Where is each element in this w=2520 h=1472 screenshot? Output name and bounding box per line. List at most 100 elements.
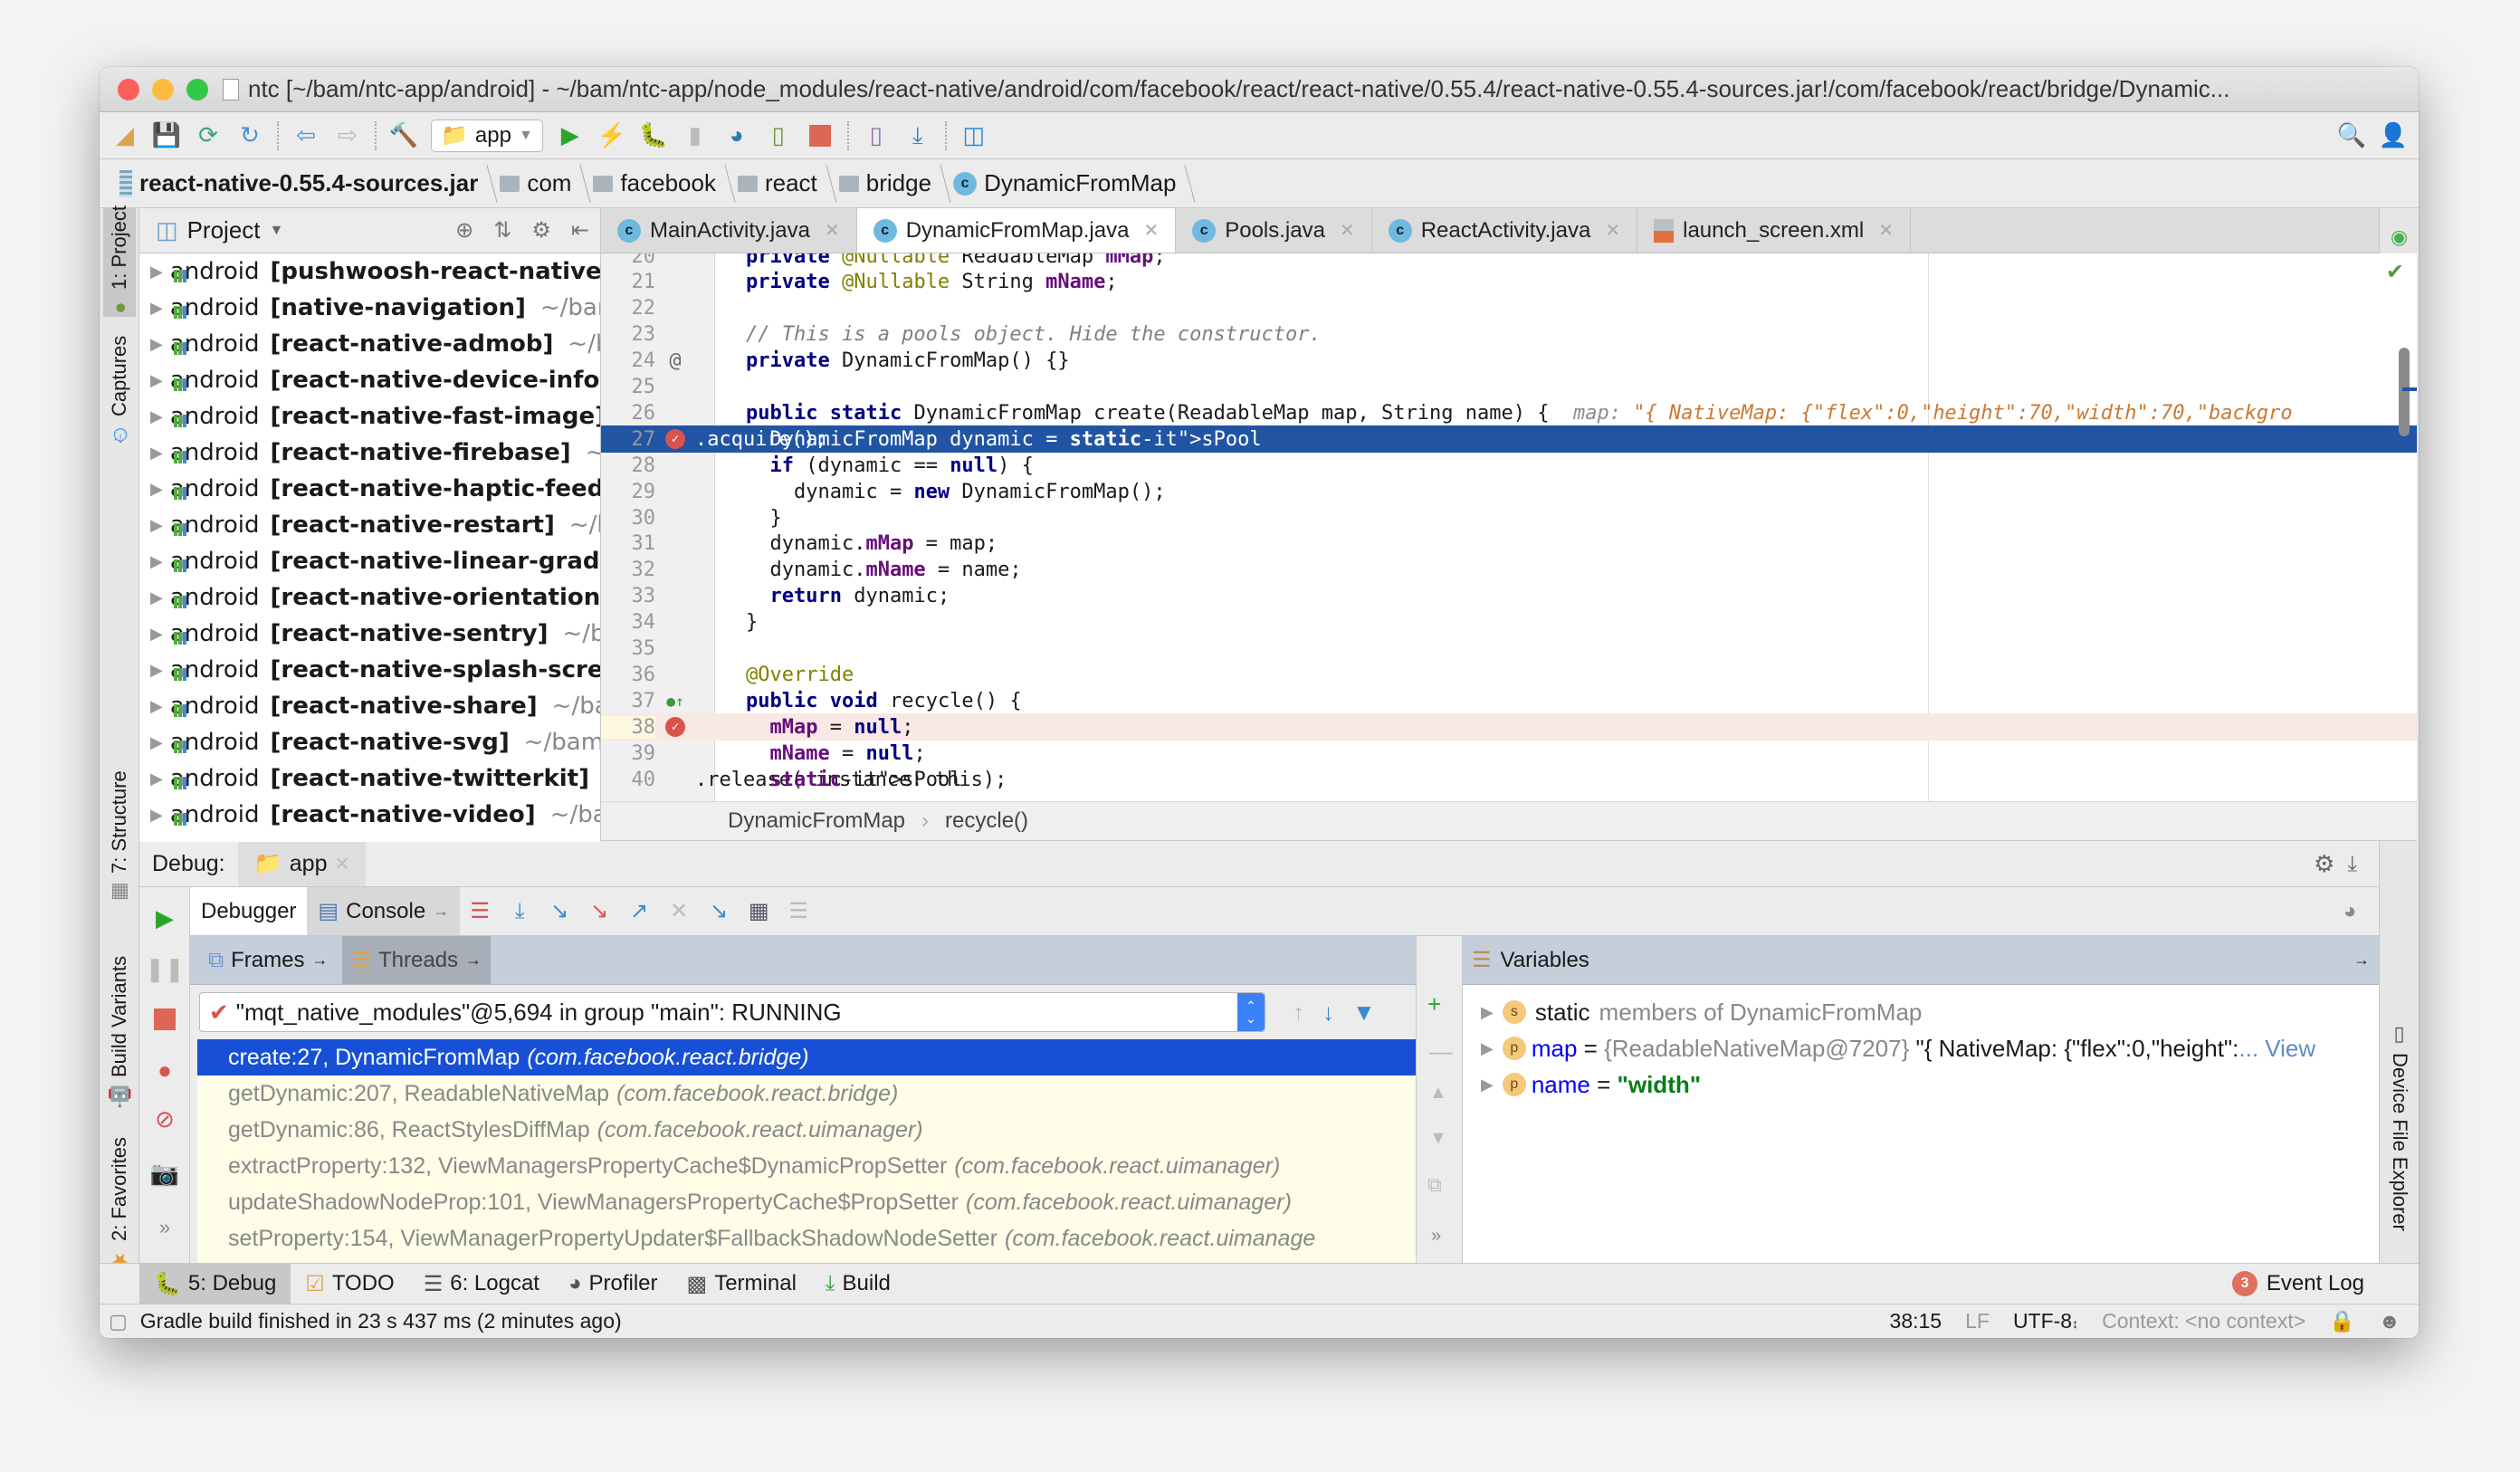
expand-arrow-icon[interactable]: ▶ <box>150 806 163 825</box>
code-line[interactable]: 31 dynamic.mMap = map; <box>601 530 2417 558</box>
project-structure-icon[interactable]: ◫ <box>959 121 988 150</box>
editor-tab[interactable]: c ReactActivity.java ✕ <box>1372 208 1638 253</box>
android-device-icon[interactable]: ▯ <box>764 121 793 150</box>
pause-icon[interactable]: ❚❚ <box>145 954 185 983</box>
expand-arrow-icon[interactable]: ▶ <box>150 697 163 716</box>
step-over-icon[interactable]: ⤓ <box>505 897 534 926</box>
apply-changes-icon[interactable]: ⚡ <box>597 121 626 150</box>
force-step-into-icon[interactable]: ↘ <box>585 897 614 926</box>
build-hammer-icon[interactable]: 🔨 <box>389 121 418 150</box>
close-icon[interactable]: ✕ <box>334 853 349 875</box>
locate-icon[interactable]: ⊕ <box>455 217 473 244</box>
gear-icon[interactable]: ⚙ <box>2314 850 2334 878</box>
code-line[interactable]: 34} <box>601 609 2417 636</box>
view-breakpoints-icon[interactable]: ● <box>150 1056 179 1085</box>
expand-arrow-icon[interactable]: ▶ <box>1481 1039 1494 1058</box>
editor-tab[interactable]: c Pools.java ✕ <box>1176 208 1372 253</box>
user-icon[interactable]: 👤 <box>2379 121 2408 150</box>
expand-arrow-icon[interactable]: ▶ <box>1481 1075 1494 1094</box>
close-tab-icon[interactable]: ✕ <box>1143 219 1159 242</box>
bottom-tab[interactable]: 🐛 5: Debug <box>139 1264 291 1304</box>
tree-item[interactable]: ▶android[react-native-admob]~/b <box>139 326 600 362</box>
show-execution-point-icon[interactable]: ☰ <box>465 897 494 926</box>
code-editor[interactable]: 20 private @Nullable ReadableMap mMap; 21 p… <box>601 253 2417 801</box>
breakpoint-icon[interactable]: ✓ <box>665 717 685 738</box>
code-line[interactable]: 30 } <box>601 504 2417 531</box>
code-line[interactable]: 33 return dynamic; <box>601 583 2417 610</box>
stop-icon[interactable] <box>150 1005 179 1034</box>
forward-icon[interactable]: ⇨ <box>333 121 362 150</box>
code-line[interactable]: 35 <box>601 636 2417 663</box>
code-line[interactable]: 20 private @Nullable ReadableMap mMap; <box>601 253 2417 270</box>
tree-item[interactable]: ▶ android [react-native-orientation <box>139 579 600 616</box>
lock-icon[interactable]: 🔒 <box>2329 1309 2355 1333</box>
run-config-select[interactable]: 📁 app ▼ <box>431 119 543 152</box>
zoom-window-button[interactable] <box>186 78 208 100</box>
tool-tab-project[interactable]: ● 1: Project <box>103 206 136 319</box>
tool-tab-favorites[interactable]: ★ 2: Favorites <box>103 1137 136 1271</box>
code-line[interactable]: 29 dynamic = new DynamicFromMap(); <box>601 478 2417 505</box>
line-separator[interactable]: LF <box>1965 1309 1990 1333</box>
previous-frame-icon[interactable]: ↑ <box>1293 999 1304 1027</box>
code-line[interactable]: 27 ✓ DynamicFromMap dynamic = static-it">… <box>601 425 2417 454</box>
stack-frame[interactable]: create:27, DynamicFromMap (com.facebook.r… <box>197 1039 1416 1075</box>
breadcrumb-item-bridge[interactable]: bridge <box>828 159 942 207</box>
close-tab-icon[interactable]: ✕ <box>1340 219 1355 242</box>
override-marker-icon[interactable]: ●↑ <box>666 693 683 710</box>
tab-console[interactable]: ▤ Console → <box>307 887 461 935</box>
resume-icon[interactable]: ▶ <box>150 903 179 932</box>
expand-arrow-icon[interactable]: ▶ <box>150 625 163 644</box>
editor-breadcrumb-class[interactable]: DynamicFromMap <box>728 808 905 834</box>
variable-row[interactable]: ▶ p name = "width" <box>1463 1066 2379 1103</box>
tool-tab-build-variants[interactable]: 🤖 Build Variants <box>103 951 136 1114</box>
hide-panel-icon[interactable]: ⇤ <box>571 217 589 244</box>
code-line[interactable]: 21 private @Nullable String mName; <box>601 269 2417 296</box>
bottom-tab[interactable]: ▩ Terminal <box>673 1264 811 1304</box>
close-tab-icon[interactable]: ✕ <box>825 219 840 242</box>
tree-item[interactable]: ▶ android [react-native-firebase] ~ <box>139 435 600 471</box>
tree-item[interactable]: ▶ android [react-native-linear-grad <box>139 543 600 579</box>
profiler-icon[interactable]: ◕ <box>2335 897 2364 926</box>
pin-icon[interactable]: → <box>2353 951 2370 970</box>
breadcrumb-item-class[interactable]: c DynamicFromMap <box>942 159 1187 207</box>
inspector-icon[interactable]: ☻ <box>2379 1309 2401 1333</box>
move-up-icon[interactable]: ▲ <box>1429 1083 1447 1104</box>
more-icon[interactable]: » <box>150 1213 179 1242</box>
expand-arrow-icon[interactable]: ▶ <box>150 335 163 354</box>
close-tab-icon[interactable]: ✕ <box>1878 219 1894 242</box>
breadcrumb-item-com[interactable]: com <box>489 159 582 207</box>
chevron-down-icon[interactable]: ▼ <box>270 223 284 239</box>
tool-tab-device-file-explorer[interactable]: ▯ Device File Explorer <box>2385 1023 2414 1231</box>
code-line[interactable]: 22 <box>601 295 2417 322</box>
tree-item[interactable]: ▶ android [react-native-svg] ~/bam <box>139 724 600 760</box>
variable-row[interactable]: ▶ p map = {ReadableNativeMap@7207} "{ Nati… <box>1463 1030 2379 1066</box>
code-line[interactable]: 24 @ private DynamicFromMap() {} <box>601 348 2417 375</box>
expand-arrow-icon[interactable]: ▶ <box>150 263 163 282</box>
stack-frame[interactable]: updateShadowNodeProp:101, ViewManagersPr… <box>197 1184 1416 1220</box>
code-line[interactable]: 39 mName = null; <box>601 740 2417 767</box>
more-icon[interactable]: » <box>1431 1226 1441 1247</box>
move-down-icon[interactable]: ▼ <box>1429 1128 1447 1149</box>
hide-icon[interactable]: ⤓ <box>2347 852 2357 877</box>
tree-item[interactable]: ▶ android [react-native-twitterkit] <box>139 760 600 797</box>
trace-icon[interactable]: ☰ <box>784 897 813 926</box>
step-out-icon[interactable]: ↗ <box>625 897 654 926</box>
expand-arrow-icon[interactable]: ▶ <box>150 552 163 571</box>
expand-arrow-icon[interactable]: ▶ <box>150 407 163 426</box>
editor-breadcrumb-method[interactable]: recycle() <box>945 808 1028 834</box>
tree-item[interactable]: ▶android[react-native-share]~/ba <box>139 688 600 724</box>
drop-frame-icon[interactable]: ✕ <box>664 897 693 926</box>
tree-item[interactable]: ▶ android [react-native-device-info <box>139 362 600 398</box>
implements-at-icon[interactable]: @ <box>669 349 681 372</box>
encoding-select[interactable]: UTF-8↕ <box>2013 1309 2078 1333</box>
breadcrumb-item-jar[interactable]: react-native-0.55.4-sources.jar <box>109 159 489 207</box>
duplicate-icon[interactable]: ⧉ <box>1427 1173 1442 1197</box>
profile-icon[interactable]: ▮ <box>681 121 710 150</box>
editor-tab[interactable]: c DynamicFromMap.java ✕ <box>856 208 1177 253</box>
close-window-button[interactable] <box>118 78 139 100</box>
tool-tab-captures[interactable]: ⏱ Captures <box>103 326 136 453</box>
debug-icon[interactable]: 🐛 <box>639 121 668 150</box>
bottom-tab[interactable]: ☑ TODO <box>291 1264 408 1304</box>
expand-arrow-icon[interactable]: ▶ <box>150 769 163 789</box>
code-line[interactable]: 23 // This is a pools object. Hide the co… <box>601 321 2417 349</box>
